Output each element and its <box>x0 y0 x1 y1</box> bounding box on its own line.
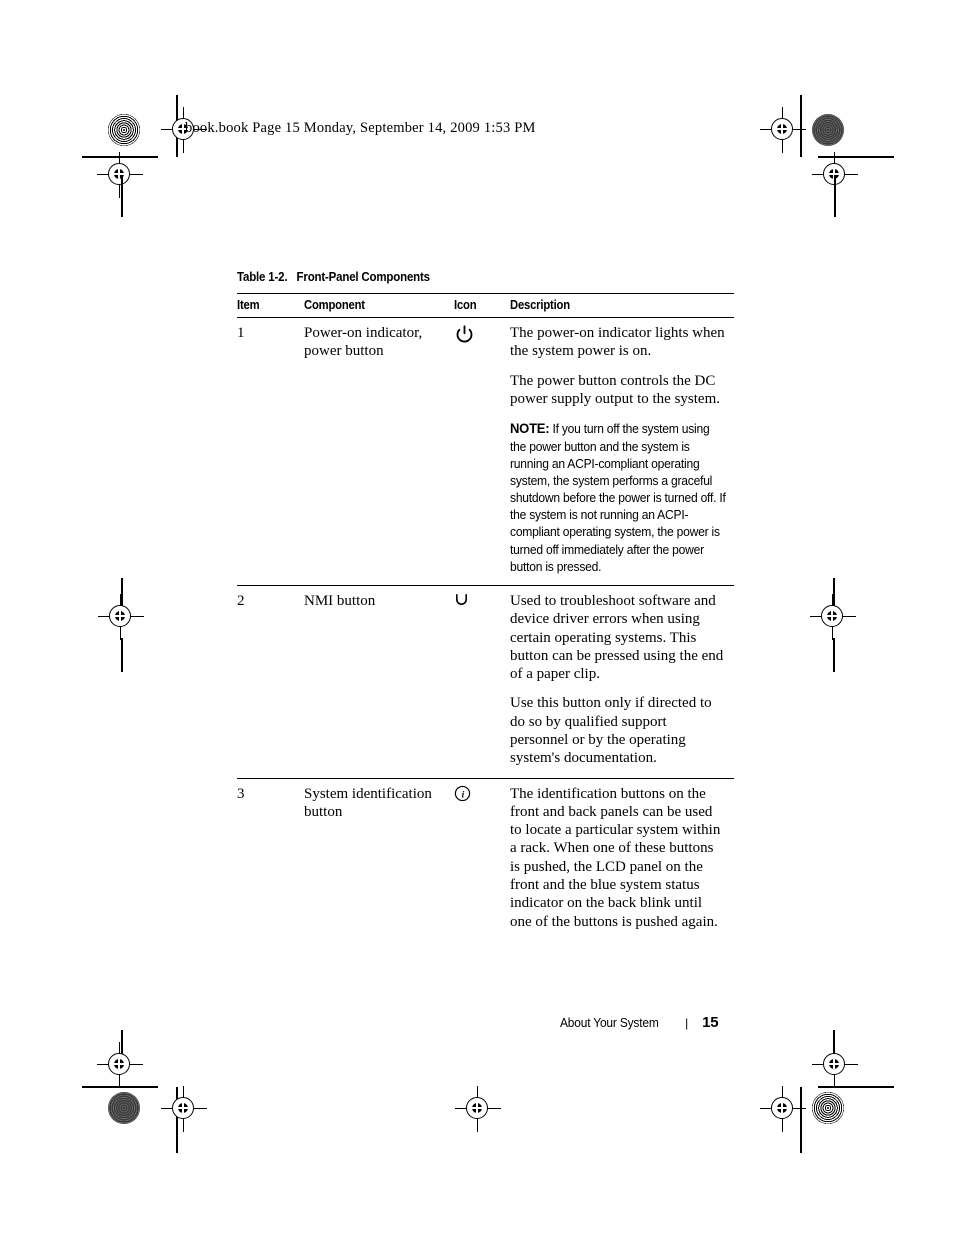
trim-line-vertical <box>121 175 123 217</box>
table-caption-title: Front-Panel Components <box>296 270 430 284</box>
cell-item-number: 1 <box>237 317 304 586</box>
cell-component-name: Power-on indicator, power button <box>304 317 454 586</box>
cell-description: The identification buttons on the front … <box>510 778 734 941</box>
table-header-row: Item Component Icon Description <box>237 293 734 318</box>
registration-mark-top-right <box>760 107 806 153</box>
trim-line-vertical <box>121 638 123 672</box>
table-row: 3 System identification button i The ide… <box>237 778 734 941</box>
halftone-dot-mark <box>812 114 844 146</box>
cell-component-name: NMI button <box>304 585 454 779</box>
svg-text:i: i <box>462 789 465 799</box>
description-paragraph: Use this button only if directed to do s… <box>510 695 712 767</box>
registration-mark-top-left-outer <box>97 152 143 198</box>
trim-line-horizontal <box>818 1086 894 1088</box>
description-paragraph: The power-on indicator lights when the s… <box>510 325 725 360</box>
registration-mark-bottom-center <box>455 1086 501 1132</box>
description-paragraph: The power button controls the DC power s… <box>510 372 720 407</box>
halftone-dot-mark <box>108 1092 140 1124</box>
power-icon <box>454 324 502 345</box>
running-header: book.book Page 15 Monday, September 14, … <box>185 120 536 136</box>
document-page: book.book Page 15 Monday, September 14, … <box>0 0 954 1235</box>
column-header-description: Description <box>510 293 734 318</box>
cell-component-name: System identification button <box>304 785 432 820</box>
note-label: NOTE: <box>510 420 550 437</box>
halftone-dot-mark <box>108 114 140 146</box>
cell-description: The power-on indicator lights when the s… <box>510 317 734 586</box>
trim-line-vertical <box>834 175 836 217</box>
column-header-item: Item <box>237 293 304 318</box>
cell-icon: i <box>454 778 510 941</box>
column-header-item-label: Item <box>237 298 260 312</box>
registration-mark-middle-left <box>98 594 144 640</box>
registration-mark-bottom-left <box>161 1086 207 1132</box>
identification-icon: i <box>454 785 502 802</box>
cell-icon <box>454 317 510 586</box>
trim-line-vertical <box>833 638 835 672</box>
cell-item-number: 3 <box>237 785 245 802</box>
note-block: NOTE: If you turn off the system using t… <box>510 419 726 575</box>
note-text: If you turn off the system using the pow… <box>510 421 726 574</box>
column-header-component-label: Component <box>304 298 365 312</box>
cell-description: Used to troubleshoot software and device… <box>510 585 734 779</box>
column-header-description-label: Description <box>510 298 570 312</box>
description-paragraph: Used to troubleshoot software and device… <box>510 592 724 683</box>
registration-mark-middle-right <box>810 594 856 640</box>
trim-line-horizontal <box>82 1086 158 1088</box>
registration-mark-bottom-left-outer <box>97 1042 143 1088</box>
table-row: 1 Power-on indicator, power button The p… <box>237 317 734 586</box>
column-header-icon: Icon <box>454 293 510 318</box>
column-header-component: Component <box>304 293 454 318</box>
cell-item-number: 2 <box>237 585 304 779</box>
column-header-icon-label: Icon <box>454 298 477 312</box>
table-caption: Table 1-2. Front-Panel Components <box>237 270 694 284</box>
halftone-dot-mark <box>812 1092 844 1124</box>
registration-mark-bottom-right-outer <box>812 1042 858 1088</box>
nmi-icon <box>454 592 502 607</box>
footer-separator: | <box>685 1016 689 1030</box>
page-footer: About Your System | 15 <box>560 1014 719 1031</box>
page-number: 15 <box>702 1014 719 1031</box>
description-paragraph: The identification buttons on the front … <box>510 785 721 930</box>
table-row: 2 NMI button Used to troubleshoot softwa… <box>237 585 734 779</box>
cell-icon <box>454 585 510 779</box>
front-panel-components-table: Table 1-2. Front-Panel Components Item Co… <box>237 270 734 941</box>
table-caption-number: Table 1-2. <box>237 270 288 284</box>
registration-mark-bottom-right <box>760 1086 806 1132</box>
footer-section-title: About Your System <box>560 1015 659 1030</box>
